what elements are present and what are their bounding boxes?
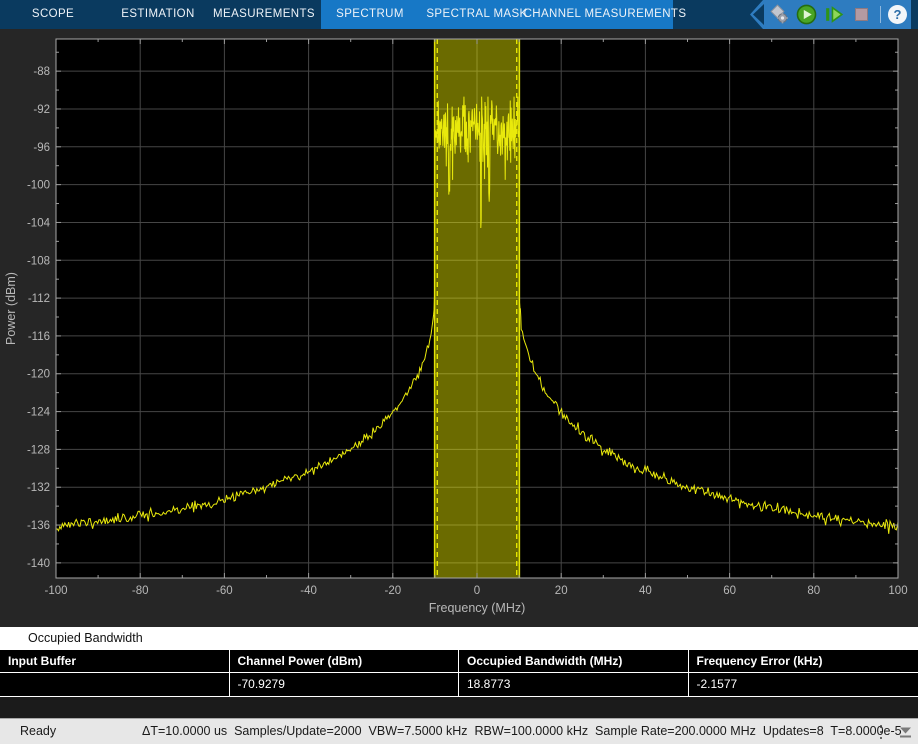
occupied-bandwidth-panel-header: Occupied Bandwidth xyxy=(0,627,918,650)
panel-gap xyxy=(0,697,918,718)
step-forward-icon xyxy=(826,6,844,23)
header-input-buffer: Input Buffer xyxy=(0,650,230,672)
tab-channel-measurements[interactable]: CHANNEL MEASUREMENTS xyxy=(524,0,687,29)
run-play-icon xyxy=(796,4,817,25)
spectrum-analyzer-window: SCOPE ESTIMATION MEASUREMENTS SPECTRUM S… xyxy=(0,0,918,744)
tab-scope[interactable]: SCOPE xyxy=(32,0,74,29)
value-frequency-error: -2.1577 xyxy=(696,677,738,691)
value-occupied-bandwidth: 18.8773 xyxy=(459,673,689,696)
spectrum-plot[interactable]: -100 -80 -60 -40 -20 0 20 40 60 80 100 -140 -136 -132… xyxy=(0,29,918,627)
y-axis-label: Power (dBm) xyxy=(4,272,18,345)
occupied-bandwidth-title: Occupied Bandwidth xyxy=(28,631,143,645)
svg-text:0: 0 xyxy=(474,585,480,597)
svg-text:-96: -96 xyxy=(33,142,50,154)
svg-text:40: 40 xyxy=(639,585,652,597)
stop-button[interactable] xyxy=(851,4,872,25)
step-forward-button[interactable] xyxy=(823,4,844,25)
svg-text:-124: -124 xyxy=(27,407,51,419)
status-bar: Ready ΔT=10.0000 us Samples/Update=2000 … xyxy=(0,718,918,744)
run-button[interactable] xyxy=(796,4,817,25)
x-tick-labels: -100 -80 -60 -40 -20 0 20 40 60 80 100 xyxy=(44,585,907,597)
svg-text:100: 100 xyxy=(888,585,907,597)
svg-text:-132: -132 xyxy=(27,482,50,494)
svg-text:-140: -140 xyxy=(27,558,50,570)
svg-text:-104: -104 xyxy=(27,217,51,229)
svg-text:60: 60 xyxy=(723,585,736,597)
svg-text:-60: -60 xyxy=(216,585,233,597)
tab-estimation[interactable]: ESTIMATION xyxy=(121,0,194,29)
stop-icon xyxy=(855,8,868,21)
value-channel-power: -70.9279 xyxy=(230,673,459,696)
table-row: -70.9279 18.8773 -2.1577 xyxy=(0,673,918,697)
svg-text:-40: -40 xyxy=(300,585,317,597)
svg-text:-100: -100 xyxy=(44,585,67,597)
svg-text:-92: -92 xyxy=(33,104,50,116)
processing-options-button[interactable] xyxy=(769,4,790,25)
plot-figure[interactable]: -100 -80 -60 -40 -20 0 20 40 60 80 100 -140 -136 -132… xyxy=(0,29,918,627)
svg-text:-128: -128 xyxy=(27,444,50,456)
toolstrip: SCOPE ESTIMATION MEASUREMENTS SPECTRUM S… xyxy=(0,0,918,29)
table-header-row: Input Buffer Channel Power (dBm) Occupie… xyxy=(0,650,918,673)
x-axis-label: Frequency (MHz) xyxy=(429,601,526,615)
svg-text:-112: -112 xyxy=(28,293,50,305)
svg-text:-116: -116 xyxy=(28,331,50,343)
tab-spectral-mask[interactable]: SPECTRAL MASK xyxy=(426,0,527,29)
collapse-statusbar-icon[interactable] xyxy=(898,726,913,739)
help-button[interactable]: ? xyxy=(888,5,907,24)
tab-spectrum[interactable]: SPECTRUM xyxy=(336,0,404,29)
header-occupied-bandwidth: Occupied Bandwidth (MHz) xyxy=(459,650,689,672)
svg-text:-80: -80 xyxy=(132,585,149,597)
toolbar-separator xyxy=(880,6,881,23)
tab-measurements[interactable]: MEASUREMENTS xyxy=(213,0,315,29)
y-tick-labels: -140 -136 -132 -128 -124 -120 -116 -112 -108 -104… xyxy=(27,66,51,570)
header-frequency-error: Frequency Error (kHz) xyxy=(696,654,823,668)
svg-text:-120: -120 xyxy=(27,369,50,381)
svg-text:-136: -136 xyxy=(27,520,50,532)
svg-text:-108: -108 xyxy=(27,255,50,267)
status-stats: ΔT=10.0000 us Samples/Update=2000 VBW=7.… xyxy=(142,724,902,738)
svg-text:80: 80 xyxy=(807,585,820,597)
measurement-table: Input Buffer Channel Power (dBm) Occupie… xyxy=(0,650,918,697)
processing-options-gear-icon xyxy=(770,4,788,24)
svg-text:-20: -20 xyxy=(384,585,401,597)
svg-text:20: 20 xyxy=(555,585,568,597)
svg-text:-100: -100 xyxy=(27,180,50,192)
value-input-buffer xyxy=(0,673,230,696)
overflow-menu-icon[interactable] xyxy=(876,724,886,740)
header-channel-power: Channel Power (dBm) xyxy=(230,650,459,672)
svg-text:-88: -88 xyxy=(33,66,50,78)
status-ready: Ready xyxy=(20,724,57,738)
